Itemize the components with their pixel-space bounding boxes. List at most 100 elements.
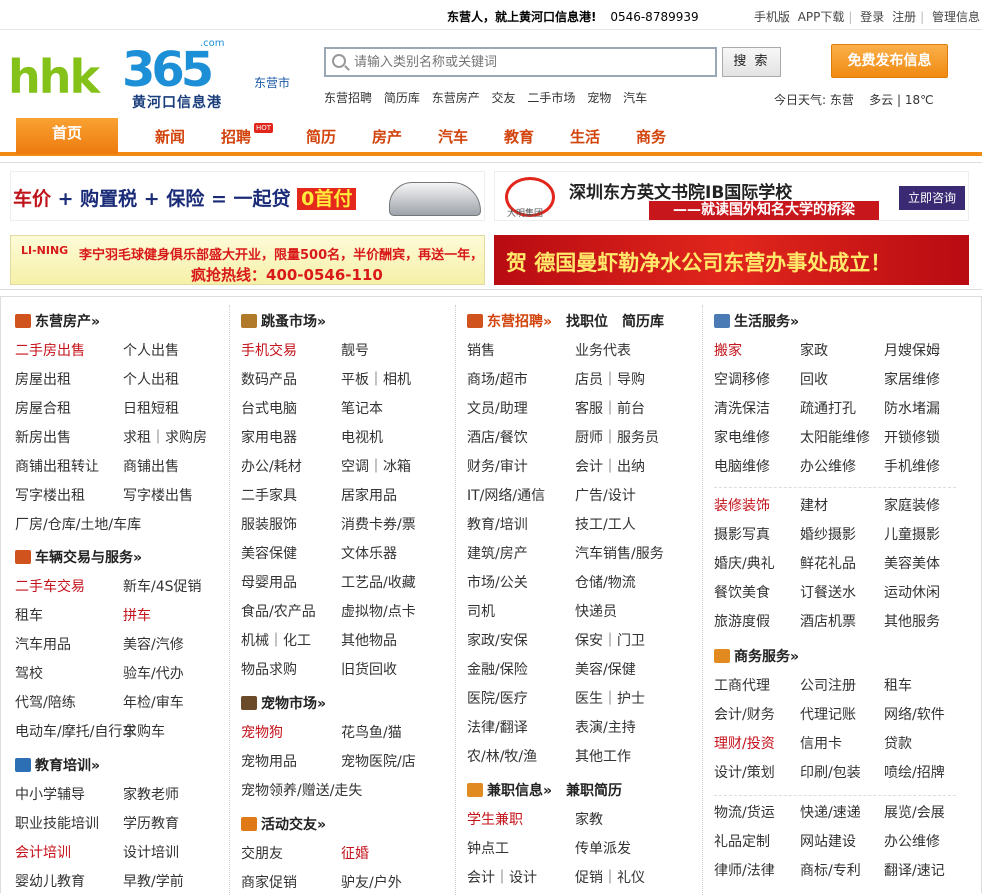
hotword[interactable]: 东营招聘: [324, 91, 372, 105]
category-link[interactable]: 店员｜导购: [575, 369, 645, 389]
category-link[interactable]: 家用电器: [241, 427, 297, 447]
ad-badminton[interactable]: LI-NING 李宁羽毛球健身俱乐部盛大开业，限量500名，半价酬宾，再送一年，…: [10, 235, 485, 285]
category-link[interactable]: 业务代表: [575, 340, 631, 360]
category-link[interactable]: 花鸟鱼/猫: [341, 722, 402, 742]
category-link[interactable]: 家居维修: [884, 369, 940, 389]
category-link[interactable]: 广告/设计: [575, 485, 636, 505]
nav-business[interactable]: 商务: [636, 126, 666, 147]
category-link[interactable]: 订餐送水: [800, 582, 856, 602]
category-link[interactable]: 快递/速递: [800, 802, 861, 822]
category-link[interactable]: 个人出售: [123, 340, 179, 360]
category-link[interactable]: 汽车销售/服务: [575, 543, 664, 563]
category-link[interactable]: 二手房出售: [15, 340, 85, 360]
category-link[interactable]: 商铺出租转让: [15, 456, 99, 476]
category-link[interactable]: 电脑维修: [714, 456, 770, 476]
category-link[interactable]: 验车/代办: [123, 663, 184, 683]
category-link[interactable]: 厨师｜服务员: [575, 427, 659, 447]
category-link[interactable]: 快递员: [575, 601, 617, 621]
category-link[interactable]: 金融/保险: [467, 659, 528, 679]
category-link[interactable]: 表演/主持: [575, 717, 636, 737]
category-link[interactable]: 写字楼出租: [15, 485, 85, 505]
category-link[interactable]: 消费卡券/票: [341, 514, 416, 534]
category-link[interactable]: 租车: [15, 605, 43, 625]
category-link[interactable]: 美容/汽修: [123, 634, 184, 654]
category-link[interactable]: 月嫂保姆: [884, 340, 940, 360]
category-link[interactable]: 婚庆/典礼: [714, 553, 775, 573]
category-link[interactable]: 宠物医院/店: [341, 751, 416, 771]
category-link[interactable]: 拼车: [123, 605, 151, 625]
category-link[interactable]: 代驾/陪练: [15, 692, 76, 712]
category-link[interactable]: 办公维修: [884, 831, 940, 851]
category-link[interactable]: 餐饮美食: [714, 582, 770, 602]
site-logo[interactable]: hhk 365 .com 黄河口信息港: [8, 38, 238, 111]
category-link[interactable]: 网络/软件: [884, 704, 945, 724]
category-link[interactable]: 建筑/房产: [467, 543, 528, 563]
category-link[interactable]: 疏通打孔: [800, 398, 856, 418]
category-link[interactable]: 礼品定制: [714, 831, 770, 851]
category-link[interactable]: 家庭装修: [884, 495, 940, 515]
search-button[interactable]: 搜 索: [722, 47, 781, 77]
category-link[interactable]: 物流/货运: [714, 802, 775, 822]
category-link[interactable]: 会计｜设计: [467, 867, 537, 887]
ad-water[interactable]: 贺 德国曼虾勒净水公司东营办事处成立！: [494, 235, 969, 285]
category-link[interactable]: 旅游度假: [714, 611, 770, 631]
category-link[interactable]: 酒店/餐饮: [467, 427, 528, 447]
section-title-life[interactable]: 生活服务»: [714, 311, 799, 331]
category-link[interactable]: 厂房/仓库/土地/车库: [15, 514, 141, 534]
consult-button[interactable]: 立即咨询: [899, 186, 965, 210]
category-link[interactable]: 电动车/摩托/自行车: [15, 721, 136, 741]
category-link[interactable]: 房屋出租: [15, 369, 71, 389]
category-link[interactable]: 驴友/户外: [341, 872, 402, 892]
category-link[interactable]: 销售: [467, 340, 495, 360]
category-link[interactable]: 家教老师: [123, 784, 179, 804]
category-link[interactable]: 求购车: [123, 721, 165, 741]
category-link[interactable]: 设计/策划: [714, 762, 775, 782]
category-link[interactable]: 美容/保健: [575, 659, 636, 679]
category-link[interactable]: 家政/安保: [467, 630, 528, 650]
category-link[interactable]: 装修装饰: [714, 495, 770, 515]
category-link[interactable]: 摄影写真: [714, 524, 770, 544]
category-link[interactable]: 儿童摄影: [884, 524, 940, 544]
nav-cars[interactable]: 汽车: [438, 126, 468, 147]
category-link[interactable]: 母婴用品: [241, 572, 297, 592]
category-link[interactable]: 服装服饰: [241, 514, 297, 534]
nav-realestate[interactable]: 房产: [372, 126, 402, 147]
category-link[interactable]: 商家促销: [241, 872, 297, 892]
category-link[interactable]: 翻译/速记: [884, 860, 945, 880]
category-link[interactable]: 展览/会展: [884, 802, 945, 822]
category-link[interactable]: 家教: [575, 809, 603, 829]
category-link[interactable]: 美容保健: [241, 543, 297, 563]
category-link[interactable]: 商标/专利: [800, 860, 861, 880]
section-title-jobs[interactable]: 东营招聘» 找职位 简历库: [467, 311, 664, 331]
category-link[interactable]: 信用卡: [800, 733, 842, 753]
section-title-realestate[interactable]: 东营房产»: [15, 311, 100, 331]
category-link[interactable]: 工艺品/收藏: [341, 572, 416, 592]
category-link[interactable]: 贷款: [884, 733, 912, 753]
category-link[interactable]: 汽车用品: [15, 634, 71, 654]
category-link[interactable]: 会计/财务: [714, 704, 775, 724]
category-link[interactable]: 新车/4S促销: [123, 576, 202, 596]
category-link[interactable]: 驾校: [15, 663, 43, 683]
category-link[interactable]: 婴幼儿教育: [15, 871, 85, 891]
category-link[interactable]: 租车: [884, 675, 912, 695]
section-title-social[interactable]: 活动交友»: [241, 814, 326, 834]
category-link[interactable]: 学生兼职: [467, 809, 523, 829]
category-link[interactable]: 食品/农产品: [241, 601, 316, 621]
category-link[interactable]: 技工/工人: [575, 514, 636, 534]
category-link[interactable]: 传单派发: [575, 838, 631, 858]
search-input[interactable]: [354, 52, 709, 72]
category-link[interactable]: 家政: [800, 340, 828, 360]
category-link[interactable]: 法律/翻译: [467, 717, 528, 737]
nav-life[interactable]: 生活: [570, 126, 600, 147]
category-link[interactable]: 鲜花礼品: [800, 553, 856, 573]
ad-car-loan[interactable]: 车价 + 购置税 + 保险 = 一起贷 0首付: [10, 171, 485, 221]
category-link[interactable]: 仓储/物流: [575, 572, 636, 592]
nav-news[interactable]: 新闻: [155, 126, 185, 147]
category-link[interactable]: 手机交易: [241, 340, 297, 360]
link-app[interactable]: APP下载: [798, 10, 845, 24]
category-link[interactable]: 其他物品: [341, 630, 397, 650]
category-link[interactable]: 设计培训: [123, 842, 179, 862]
category-link[interactable]: 机械｜化工: [241, 630, 311, 650]
category-link[interactable]: 农/林/牧/渔: [467, 746, 537, 766]
category-link[interactable]: 工商代理: [714, 675, 770, 695]
